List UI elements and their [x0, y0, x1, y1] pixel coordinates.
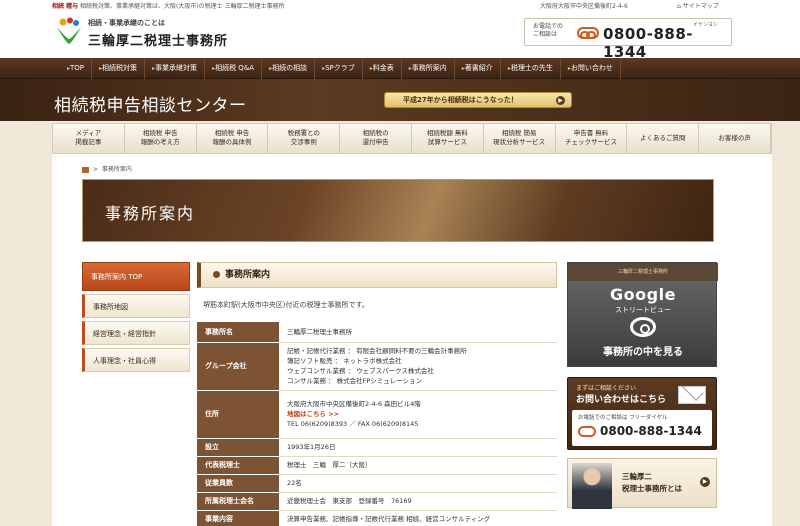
- header-address: 大阪府大阪市中央区備後町2-4-6: [540, 3, 628, 10]
- header-tagline: 相続 贈与 相続税対策、事業承継対策は、大阪(大阪市)の税理士 三輪厚二税理士事…: [52, 3, 285, 10]
- freedial-icon: [577, 27, 599, 39]
- subnav-check[interactable]: 申告書 無料 チェックサービス: [555, 124, 628, 153]
- row-value: 三輪厚二税理士事務所: [279, 322, 557, 343]
- sub-nav: メディア 掲載記事 相続税 申告 報酬の考え方 相続税 申告 報酬の具体例 税務署との…: [52, 123, 772, 154]
- row-label: 設立: [197, 438, 279, 457]
- gnav-item-for-accountants[interactable]: 税理士の先生: [501, 58, 561, 79]
- about-title-2: 税理士事務所とは: [622, 484, 682, 493]
- representative-photo: [572, 463, 612, 509]
- section-heading: 事務所案内: [197, 262, 557, 288]
- gnav-item-consult[interactable]: 相続の相談: [262, 58, 316, 79]
- page-hero: 事務所案内: [82, 179, 714, 242]
- row-value: 1993年1月26日: [279, 438, 557, 457]
- page-title: 事務所案内: [105, 204, 196, 223]
- about-office-banner[interactable]: 三輪厚二 税理士事務所とは ▶: [567, 458, 717, 509]
- center-banner: 相続税申告相談センター 平成27年から相続税はこうなった！ ▶: [0, 79, 800, 121]
- contact-lead: まずはご相談ください: [576, 385, 637, 392]
- subnav-analysis[interactable]: 相続税 簡易 現状分析サービス: [483, 124, 556, 153]
- intro-text: 堺筋本町駅(大阪市中央区)付近の税理士事務所です。: [203, 301, 369, 309]
- table-row: 事業内容 決算申告業務、記帳指導・記帳代行業務 相続、経営コンサルティング: [197, 510, 557, 526]
- content-area: > 事務所案内 事務所案内 事務所案内 TOP 事務所地図 経営理念・経営指針 …: [52, 154, 772, 526]
- arrow-right-icon: ▶: [700, 477, 710, 487]
- arrow-right-icon: ▶: [556, 96, 565, 105]
- row-label: グループ会社: [197, 342, 279, 391]
- gnav-item-qa[interactable]: 相続税 Q&A: [205, 58, 263, 79]
- row-label: 事業内容: [197, 510, 279, 526]
- header-phone-box[interactable]: お電話での ご相談は イヤンヨシ 0800-888-1344: [524, 18, 732, 61]
- row-value: 記帳・記帳代行業務 ： 有限会社顧問料不要の三輪会計事務所 簿記ソフト販売 ： ネ…: [279, 342, 557, 391]
- tax-change-button[interactable]: 平成27年から相続税はこうなった！ ▶: [384, 92, 572, 108]
- contact-phone-box: お電話でのご相談は フリーダイヤル 0800-888-1344: [572, 410, 712, 446]
- header-phone-number: 0800-888-1344: [603, 25, 694, 61]
- sidebar-item-map[interactable]: 事務所地図: [82, 294, 190, 318]
- row-label: 従業員数: [197, 474, 279, 493]
- freedial-icon: [578, 426, 596, 437]
- map-link[interactable]: 地図はこちら >>: [287, 410, 339, 418]
- table-row: 代表税理士 税理士 三輪 厚二（大阪）: [197, 456, 557, 475]
- building-sign: 三輪厚二税理士事務所: [568, 263, 718, 281]
- sidebar-item-office-top[interactable]: 事務所案内 TOP: [82, 262, 190, 291]
- gnav-item-tax-measures[interactable]: 相続税対策: [92, 58, 146, 79]
- table-row: グループ会社 記帳・記帳代行業務 ： 有限会社顧問料不要の三輪会計事務所 簿記ソフト…: [197, 342, 557, 391]
- table-row: 設立 1993年1月26日: [197, 438, 557, 457]
- contact-title: お問い合わせはこちら: [576, 395, 667, 405]
- row-value: 22名: [279, 474, 557, 493]
- row-label: 住所: [197, 390, 279, 439]
- contact-phone-text: お電話でのご相談は フリーダイヤル: [578, 415, 668, 421]
- google-label: Google: [610, 285, 676, 304]
- row-value: 大阪府大阪市中央区備後町2-4-6 森田ビル4階 地図はこちら >> TEL 06(…: [279, 390, 557, 439]
- home-icon[interactable]: [82, 166, 89, 173]
- global-nav: TOP 相続税対策 事業承継対策 相続税 Q&A 相続の相談 SPクラブ 料金表…: [0, 58, 800, 79]
- subnav-free-estimate[interactable]: 相続税額 無料 試算サービス: [411, 124, 484, 153]
- gnav-item-fees[interactable]: 料金表: [363, 58, 402, 79]
- row-value: 税理士 三輪 厚二（大阪）: [279, 456, 557, 475]
- table-row: 事務所名 三輪厚二税理士事務所: [197, 322, 557, 343]
- eye-icon: [630, 317, 656, 337]
- sitemap-link[interactable]: ⌂ サイトマップ: [677, 1, 719, 10]
- contact-phone-number: 0800-888-1344: [600, 424, 702, 438]
- envelope-icon: [678, 386, 706, 404]
- row-label: 代表税理士: [197, 456, 279, 475]
- breadcrumb: > 事務所案内: [82, 164, 132, 173]
- subnav-media[interactable]: メディア 掲載記事: [53, 124, 125, 153]
- main-section: 事務所案内 堺筋本町駅(大阪市中央区)付近の税理士事務所です。 事務所名 三輪厚二…: [197, 262, 557, 526]
- sidebar: 事務所案内 TOP 事務所地図 経営理念・経営指針 人事理念・社員心得: [82, 262, 190, 375]
- contact-banner[interactable]: まずはご相談ください お問い合わせはこちら お電話でのご相談は フリーダイヤル …: [567, 377, 717, 450]
- about-title-1: 三輪厚二: [622, 472, 652, 481]
- subnav-negotiation[interactable]: 税務署との 交渉事例: [268, 124, 341, 153]
- logo-subtitle: 相続・事業承継のことは: [88, 19, 165, 27]
- table-row: 所属税理士会名 近畿税理士会 東支部 登録番号 76169: [197, 492, 557, 511]
- gnav-item-contact[interactable]: お問い合わせ: [561, 58, 621, 79]
- row-label: 所属税理士会名: [197, 492, 279, 511]
- table-row: 住所 大阪府大阪市中央区備後町2-4-6 森田ビル4階 地図はこちら >> TEL 0…: [197, 390, 557, 439]
- row-label: 事務所名: [197, 322, 279, 343]
- gnav-item-books[interactable]: 著書紹介: [455, 58, 501, 79]
- right-column: 三輪厚二税理士事務所 Google ストリートビュー 事務所の中を見る まずはご…: [567, 262, 718, 509]
- logo-title[interactable]: 三輪厚二税理士事務所: [88, 30, 228, 49]
- sidebar-item-philosophy[interactable]: 経営理念・経営指針: [82, 321, 190, 345]
- gnav-item-top[interactable]: TOP: [60, 58, 93, 79]
- subnav-faq[interactable]: よくあるご質問: [627, 124, 700, 153]
- gnav-item-succession[interactable]: 事業承継対策: [145, 58, 206, 79]
- gnav-item-sp-club[interactable]: SPクラブ: [315, 58, 363, 79]
- office-info-table: 事務所名 三輪厚二税理士事務所 グループ会社 記帳・記帳代行業務 ： 有限会社顧問料…: [197, 322, 557, 526]
- site-header: 相続 贈与 相続税対策、事業承継対策は、大阪(大阪市)の税理士 三輪厚二税理士事…: [0, 0, 800, 61]
- subnav-fee-concept[interactable]: 相続税 申告 報酬の考え方: [124, 124, 197, 153]
- streetview-label: ストリートビュー: [615, 306, 671, 314]
- table-row: 従業員数 22名: [197, 474, 557, 493]
- phone-label: お電話での ご相談は: [533, 23, 564, 38]
- street-view-banner[interactable]: 三輪厚二税理士事務所 Google ストリートビュー 事務所の中を見る: [567, 262, 718, 367]
- row-value: 決算申告業務、記帳指導・記帳代行業務 相続、経営コンサルティング: [279, 510, 557, 526]
- subnav-voices[interactable]: お客様の声: [699, 124, 771, 153]
- center-title: 相続税申告相談センター: [54, 96, 247, 116]
- subnav-refund[interactable]: 相続税の 還付申告: [340, 124, 412, 153]
- bullet-icon: [213, 271, 220, 278]
- row-value: 近畿税理士会 東支部 登録番号 76169: [279, 492, 557, 511]
- see-inside-label: 事務所の中を見る: [603, 347, 683, 358]
- sidebar-item-hr[interactable]: 人事理念・社員心得: [82, 348, 190, 372]
- logo-mark-icon: [57, 17, 81, 44]
- subnav-fee-examples[interactable]: 相続税 申告 報酬の具体例: [196, 124, 269, 153]
- gnav-item-office[interactable]: 事務所案内: [402, 58, 455, 79]
